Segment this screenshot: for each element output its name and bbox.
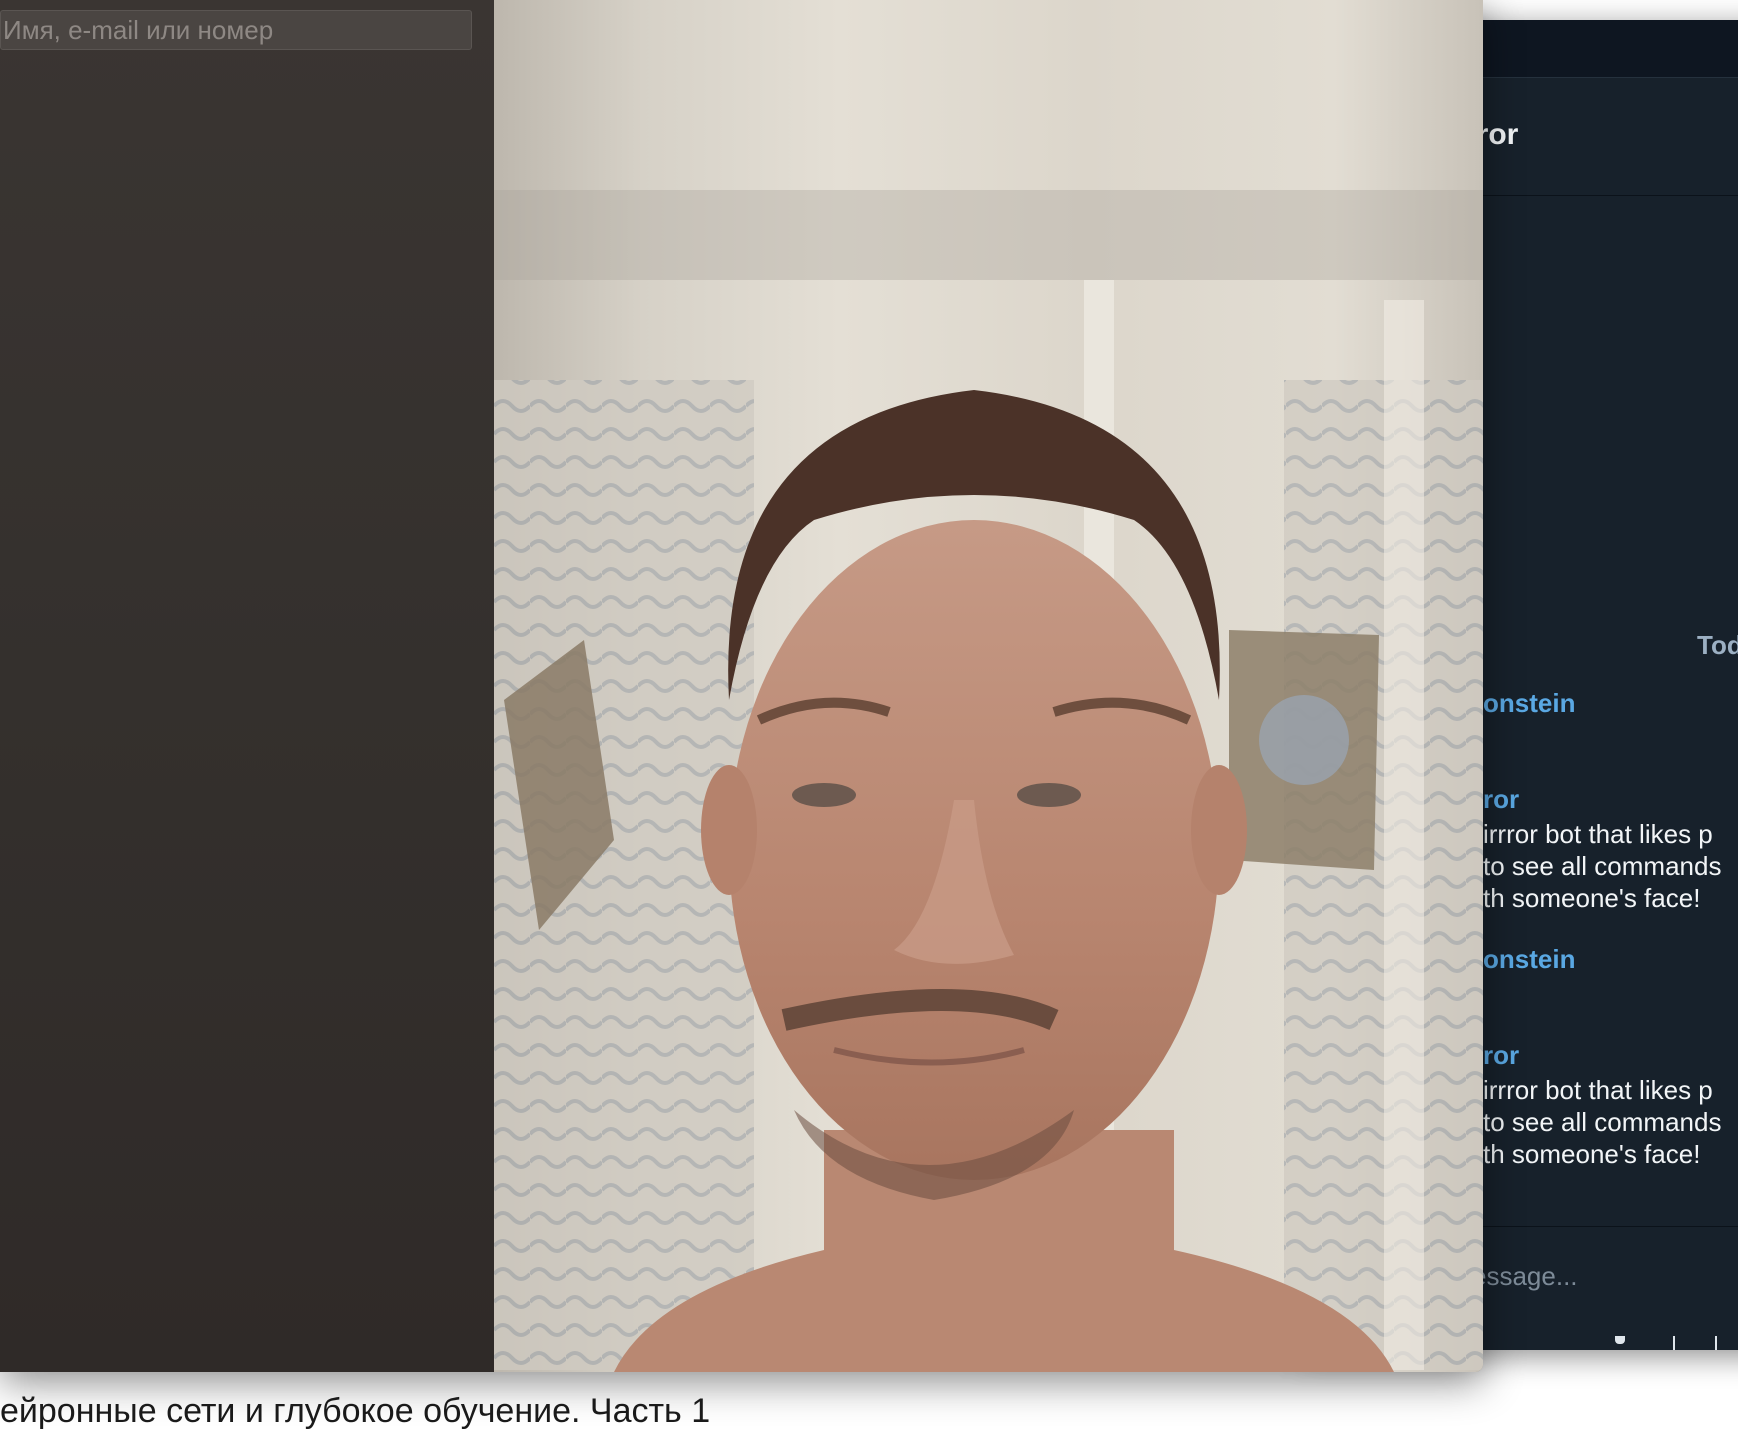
contact-search-input[interactable]: Имя, e-mail или номер <box>0 10 472 50</box>
contacts-sidebar: Имя, e-mail или номер <box>0 0 494 1372</box>
message-text-line: irrror bot that likes p <box>1483 1075 1713 1105</box>
message-input[interactable]: essage... <box>1472 1261 1578 1292</box>
date-separator: Tod <box>1697 630 1738 660</box>
camera-preview <box>494 0 1483 1372</box>
message-text-line: th someone's face! <box>1483 1139 1701 1169</box>
message-text-line: th someone's face! <box>1483 883 1701 913</box>
desktop: rror essage... Tod onstein ror irrror bo… <box>0 0 1738 1450</box>
message-text-line: irrror bot that likes p <box>1483 819 1713 849</box>
message-text-line: to see all commands <box>1483 851 1722 881</box>
message-author[interactable]: onstein <box>1483 944 1575 975</box>
message-author[interactable]: onstein <box>1483 688 1575 719</box>
mic-icon[interactable] <box>1615 1336 1625 1344</box>
message-author[interactable]: ror <box>1483 1040 1519 1071</box>
message-text-line: to see all commands <box>1483 1107 1722 1137</box>
video-call-window: Имя, e-mail или номер <box>0 0 1483 1372</box>
camera-preview-image <box>494 0 1483 1372</box>
window-icon[interactable] <box>1673 1336 1717 1350</box>
message-author[interactable]: ror <box>1483 784 1519 815</box>
page-caption: ейронные сети и глубокое обучение. Часть… <box>0 1392 711 1430</box>
